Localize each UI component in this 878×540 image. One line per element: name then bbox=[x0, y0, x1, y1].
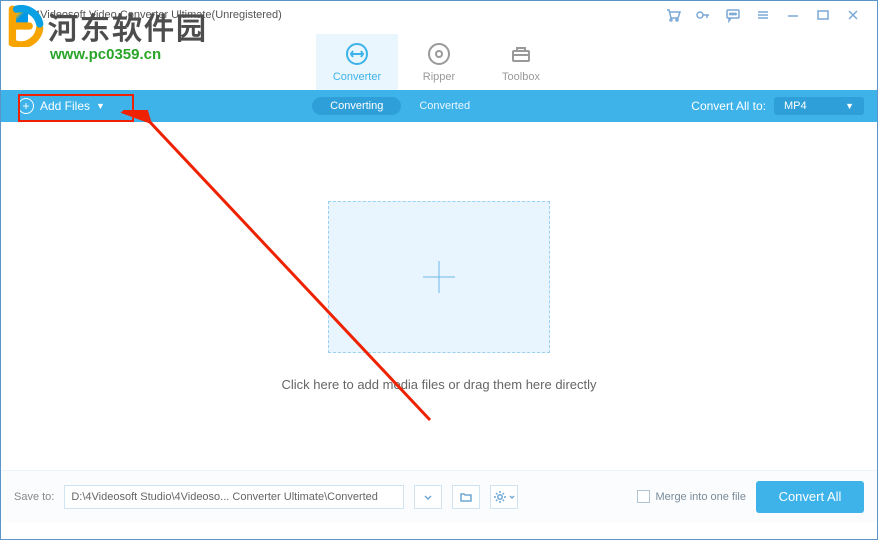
maximize-icon[interactable] bbox=[812, 5, 834, 25]
merge-label: Merge into one file bbox=[656, 491, 747, 503]
dropzone[interactable] bbox=[328, 201, 550, 353]
titlebar: 4Videosoft Video Converter Ultimate(Unre… bbox=[0, 0, 878, 30]
format-value: MP4 bbox=[784, 100, 807, 112]
tab-ripper[interactable]: Ripper bbox=[398, 34, 480, 90]
plus-circle-icon: + bbox=[18, 98, 34, 114]
close-icon[interactable] bbox=[842, 5, 864, 25]
convert-all-to-label: Convert All to: bbox=[691, 99, 766, 113]
content-area: Click here to add media files or drag th… bbox=[0, 122, 878, 470]
settings-button[interactable] bbox=[490, 485, 518, 509]
seg-converted[interactable]: Converted bbox=[401, 97, 488, 115]
bottombar: Save to: D:\4Videosoft Studio\4Videoso..… bbox=[0, 470, 878, 522]
tab-label: Toolbox bbox=[502, 71, 540, 83]
open-folder-button[interactable] bbox=[452, 485, 480, 509]
tab-label: Ripper bbox=[423, 71, 455, 83]
feedback-icon[interactable] bbox=[722, 5, 744, 25]
save-path-input[interactable]: D:\4Videosoft Studio\4Videoso... Convert… bbox=[64, 485, 404, 509]
save-to-label: Save to: bbox=[14, 491, 54, 503]
converter-icon bbox=[344, 41, 370, 67]
cart-icon[interactable] bbox=[662, 5, 684, 25]
add-files-button[interactable]: + Add Files ▼ bbox=[14, 96, 109, 116]
path-dropdown-button[interactable] bbox=[414, 485, 442, 509]
window-title: 4Videosoft Video Converter Ultimate(Unre… bbox=[34, 9, 282, 21]
format-select[interactable]: MP4 ▼ bbox=[774, 97, 864, 115]
key-icon[interactable] bbox=[692, 5, 714, 25]
main-tabs: Converter Ripper Toolbox bbox=[0, 30, 878, 90]
ripper-icon bbox=[426, 41, 452, 67]
app-logo-icon bbox=[10, 6, 28, 24]
merge-checkbox-group[interactable]: Merge into one file bbox=[637, 490, 747, 503]
chevron-down-icon: ▼ bbox=[96, 101, 105, 111]
tab-toolbox[interactable]: Toolbox bbox=[480, 34, 562, 90]
toolbar: + Add Files ▼ Converting Converted Conve… bbox=[0, 90, 878, 122]
merge-checkbox[interactable] bbox=[637, 490, 650, 503]
tab-label: Converter bbox=[333, 71, 381, 83]
minimize-icon[interactable] bbox=[782, 5, 804, 25]
plus-icon bbox=[415, 253, 463, 301]
toolbox-icon bbox=[508, 41, 534, 67]
seg-converting[interactable]: Converting bbox=[312, 97, 401, 115]
tab-converter[interactable]: Converter bbox=[316, 34, 398, 90]
convert-all-button[interactable]: Convert All bbox=[756, 481, 864, 513]
drop-text: Click here to add media files or drag th… bbox=[281, 377, 596, 392]
chevron-down-icon: ▼ bbox=[845, 101, 854, 111]
status-segmented: Converting Converted bbox=[312, 97, 488, 115]
add-files-label: Add Files bbox=[40, 99, 90, 113]
menu-icon[interactable] bbox=[752, 5, 774, 25]
